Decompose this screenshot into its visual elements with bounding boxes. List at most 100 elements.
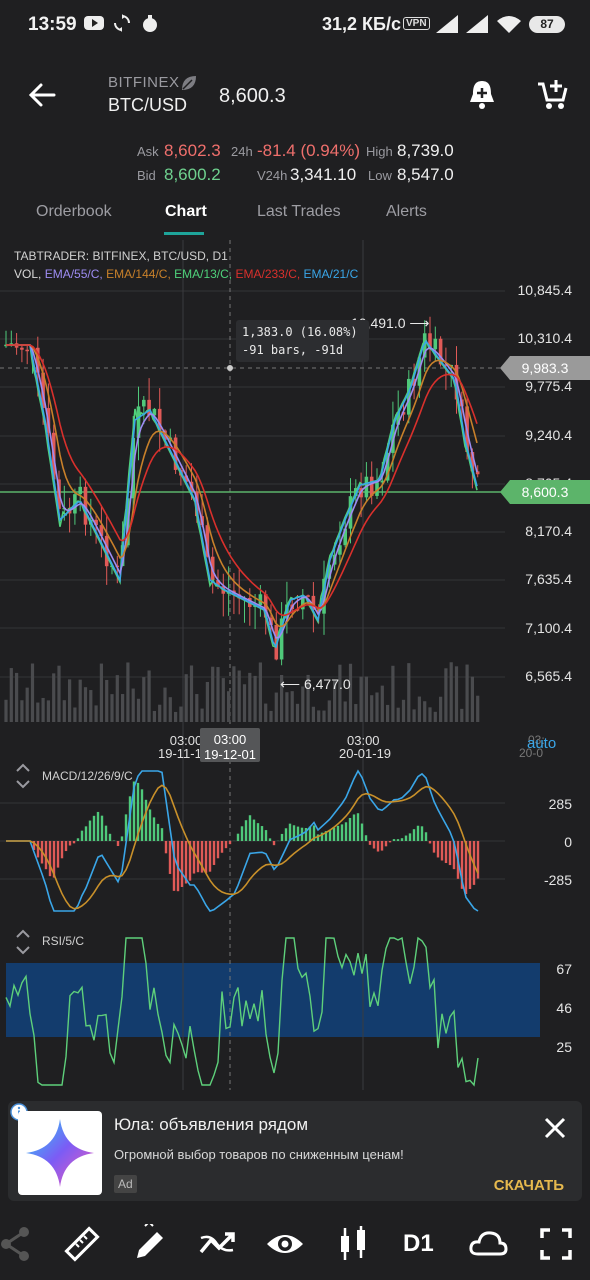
macd-histogram-bar: [420, 826, 424, 841]
volume-bar: [99, 663, 103, 722]
volume-bar: [189, 665, 194, 722]
macd-histogram-bar: [212, 841, 216, 865]
candle-body: [20, 347, 24, 350]
ad-install-button[interactable]: СКАЧАТЬ: [494, 1177, 564, 1194]
volume-bar: [359, 676, 363, 722]
crosshair-time-tag: 03:00 19-12-01: [200, 728, 260, 762]
volume-bar: [89, 690, 93, 722]
macd-histogram-bar: [436, 841, 440, 858]
price-axis-label: 10,310.4: [517, 330, 573, 346]
crosshair-price-tag: 9,983.3: [500, 356, 590, 380]
bell-icon[interactable]: [466, 78, 498, 112]
macd-histogram-bar: [148, 809, 152, 841]
volume-bar: [158, 704, 162, 722]
macd-histogram-bar: [168, 841, 172, 874]
macd-histogram-bar: [424, 832, 428, 841]
eye-icon[interactable]: [265, 1224, 305, 1264]
volume-bar: [168, 697, 172, 722]
tab-last-trades[interactable]: Last Trades: [257, 203, 341, 221]
volume-bar: [274, 692, 278, 722]
volume-bar: [454, 666, 459, 722]
price-axis-label: 10,845.4: [517, 282, 573, 298]
macd-histogram-bar: [392, 839, 396, 841]
volume-bar: [285, 692, 289, 722]
volume-bar: [52, 673, 56, 722]
timeframe-button[interactable]: D1: [403, 1230, 434, 1258]
crosshair-time: 03:00: [213, 732, 247, 747]
macd-histogram-bar: [252, 819, 256, 841]
macd-histogram-bar: [464, 841, 468, 894]
tab-orderbook[interactable]: Orderbook: [36, 203, 112, 221]
macd-histogram-bar: [272, 841, 276, 846]
volume-bar: [396, 707, 400, 722]
macd-histogram-bar: [264, 830, 268, 841]
volume-bar: [110, 694, 114, 722]
macd-histogram-bar: [120, 836, 124, 841]
volume-bar: [73, 707, 77, 722]
ad-banner[interactable]: Юла: объявления рядом Огромной выбор тов…: [8, 1101, 582, 1201]
volume-bar: [264, 703, 268, 722]
macd-histogram-bar: [36, 841, 40, 858]
volume-bar: [439, 696, 443, 722]
volume-bar: [25, 687, 29, 722]
volume-bar: [232, 666, 236, 722]
macd-histogram-bar: [208, 841, 212, 872]
collapse-expand-icon[interactable]: [14, 926, 32, 958]
macd-histogram-bar: [192, 841, 196, 874]
high-label: High: [366, 144, 393, 159]
low-value: 8,547.0: [397, 165, 454, 184]
macd-histogram-bar: [224, 841, 228, 849]
back-arrow-icon[interactable]: [28, 82, 56, 108]
ad-badge: Ad: [114, 1175, 137, 1193]
vpn-badge: VPN: [403, 17, 430, 30]
volume-bar: [174, 711, 178, 722]
volume-bar: [78, 679, 82, 722]
date-label: 20-01-19: [339, 746, 392, 761]
close-icon[interactable]: [540, 1113, 570, 1143]
youtube-icon: [84, 16, 104, 30]
share-icon[interactable]: [0, 1224, 36, 1264]
volume-bar: [4, 699, 8, 722]
macd-histogram-bar: [400, 838, 404, 841]
macd-histogram-bar: [164, 841, 168, 854]
macd-histogram-bar: [88, 820, 92, 841]
macd-histogram-bar: [56, 841, 60, 868]
auto-scale-button[interactable]: auto: [527, 735, 556, 752]
volume-bar: [94, 705, 98, 722]
ruler-icon[interactable]: [62, 1224, 102, 1264]
macd-histogram-bar: [104, 825, 108, 841]
volume-bar: [105, 679, 109, 722]
ad-title[interactable]: Юла: объявления рядом: [114, 1115, 308, 1135]
volume-bar: [354, 704, 358, 722]
macd-histogram-bar: [444, 841, 448, 864]
volume-bar: [184, 674, 188, 722]
cloud-icon[interactable]: [468, 1224, 508, 1264]
volume-bar: [62, 700, 66, 722]
fullscreen-icon[interactable]: [536, 1224, 576, 1264]
macd-histogram-bar: [356, 813, 360, 841]
ad-description: Огромной выбор товаров по сниженным цена…: [114, 1147, 404, 1162]
add-to-cart-icon[interactable]: [536, 76, 572, 112]
app-notification-icon: [143, 15, 157, 32]
tab-alerts[interactable]: Alerts: [386, 203, 427, 221]
macd-histogram-bar: [156, 823, 160, 841]
signal-icon-2: [466, 15, 488, 33]
volume-bar: [9, 668, 13, 722]
volume-bar: [237, 670, 241, 722]
crosshair-date: 19-12-01: [203, 747, 257, 762]
ask-value: 8,602.3: [164, 141, 221, 160]
change-value: -81.4 (0.94%): [257, 141, 360, 160]
volume-bar: [126, 662, 130, 722]
macd-histogram-bar: [240, 826, 244, 841]
volume-bar: [322, 710, 326, 722]
indicators-icon[interactable]: [197, 1224, 237, 1264]
ad-app-logo[interactable]: [18, 1111, 102, 1195]
collapse-expand-icon[interactable]: [14, 760, 32, 792]
volume-bar: [417, 696, 421, 722]
candlestick-icon[interactable]: [333, 1224, 373, 1264]
tab-chart[interactable]: Chart: [165, 203, 207, 221]
draw-pencil-icon[interactable]: [131, 1224, 171, 1264]
candle-body: [433, 338, 438, 350]
macd-histogram-bar: [100, 815, 104, 841]
volume-value: 3,341.10: [290, 165, 357, 184]
